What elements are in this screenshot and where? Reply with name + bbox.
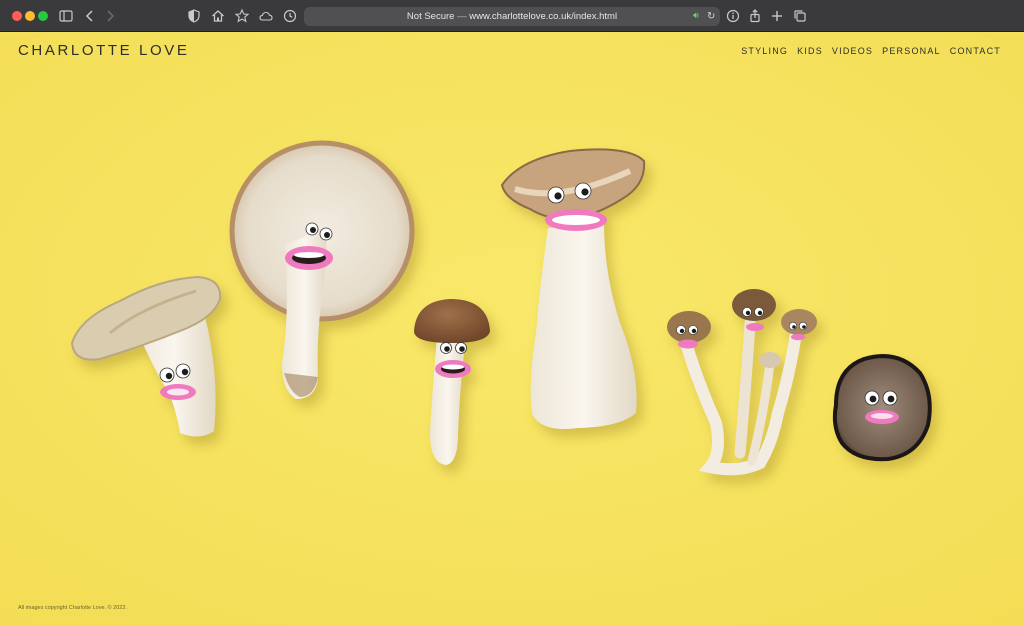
nav-contact[interactable]: CONTACT xyxy=(950,46,1001,56)
address-text[interactable]: Not Secure — www.charlottelove.co.uk/ind… xyxy=(304,7,720,26)
new-tab-icon[interactable] xyxy=(768,7,786,25)
copyright-footer: All images copyright Charlotte Love. © 2… xyxy=(18,605,127,611)
reload-icon[interactable]: ↻ xyxy=(707,9,719,24)
security-status: Not Secure xyxy=(406,11,455,22)
audio-playing-icon[interactable]: 🔊︎ xyxy=(693,9,705,24)
url-value: www.charlottelove.co.uk/index.html xyxy=(469,11,618,22)
home-icon[interactable] xyxy=(209,7,227,25)
hero-photo-mushrooms xyxy=(0,33,1024,625)
tab-overview-icon[interactable] xyxy=(791,7,809,25)
nav-kids[interactable]: KIDS xyxy=(797,46,823,56)
site-title-logo[interactable]: CHARLOTTE LOVE xyxy=(18,42,189,59)
address-bar[interactable]: Not Secure — www.charlottelove.co.uk/ind… xyxy=(304,7,720,26)
sidebar-icon[interactable] xyxy=(57,7,75,25)
main-nav: STYLING KIDS VIDEOS PERSONAL CONTACT xyxy=(741,46,1001,56)
zoom-window-button[interactable] xyxy=(38,11,48,21)
browser-toolbar: Not Secure — www.charlottelove.co.uk/ind… xyxy=(0,0,1024,32)
history-clock-icon[interactable] xyxy=(281,7,299,25)
close-window-button[interactable] xyxy=(12,11,22,21)
icloud-tabs-icon[interactable] xyxy=(257,7,275,25)
minimize-window-button[interactable] xyxy=(25,11,35,21)
share-icon[interactable] xyxy=(746,7,764,25)
privacy-shield-icon[interactable] xyxy=(185,7,203,25)
nav-personal[interactable]: PERSONAL xyxy=(882,46,941,56)
info-icon[interactable] xyxy=(724,7,742,25)
truffle-character xyxy=(832,354,932,462)
url-separator: — xyxy=(457,11,467,22)
nav-styling[interactable]: STYLING xyxy=(741,46,788,56)
forward-icon[interactable] xyxy=(101,7,119,25)
nav-videos[interactable]: VIDEOS xyxy=(832,46,873,56)
back-icon[interactable] xyxy=(81,7,99,25)
bookmark-star-icon[interactable] xyxy=(233,7,251,25)
web-page: CHARLOTTE LOVE STYLING KIDS VIDEOS PERSO… xyxy=(0,33,1024,625)
